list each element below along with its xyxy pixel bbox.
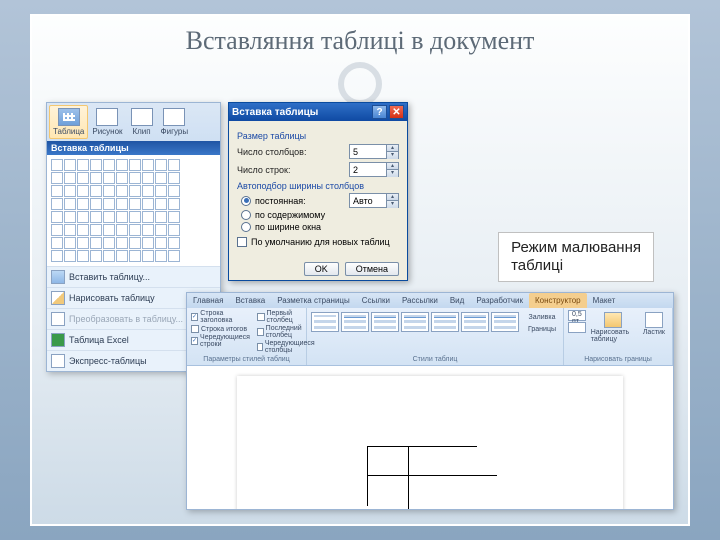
tab-insert[interactable]: Вставка: [229, 293, 271, 308]
style-sw[interactable]: [371, 312, 399, 332]
const-spinner[interactable]: ▴▾: [349, 193, 399, 208]
convert-icon: [51, 312, 65, 326]
slide-title: Вставляння таблиці в документ: [42, 26, 678, 56]
cols-input[interactable]: [350, 147, 386, 157]
insert-table-icon: [51, 270, 65, 284]
tab-design[interactable]: Конструктор: [529, 293, 587, 308]
picture-button[interactable]: Рисунок: [88, 105, 126, 139]
tab-refs[interactable]: Ссылки: [356, 293, 396, 308]
radio-fixed[interactable]: постоянная: ▴▾: [237, 193, 399, 208]
group-draw-label: Нарисовать границы: [568, 356, 668, 363]
rows-label: Число строк:: [237, 165, 290, 175]
style-sw[interactable]: [311, 312, 339, 332]
borders-button[interactable]: Границы: [525, 324, 559, 335]
pencil-icon: [604, 312, 622, 328]
draw-table-button[interactable]: Нарисовать таблицу: [588, 310, 638, 345]
tab-dev[interactable]: Разработчик: [470, 293, 529, 308]
tab-view[interactable]: Вид: [444, 293, 470, 308]
tab-strip: Главная Вставка Разметка страницы Ссылки…: [187, 293, 673, 308]
checkbox-icon: [237, 237, 247, 247]
clip-button[interactable]: Клип: [127, 105, 157, 139]
group-options-label: Параметры стилей таблиц: [191, 356, 302, 363]
dialog-titlebar: Вставка таблицы ? ✕: [229, 103, 407, 121]
table-button[interactable]: Таблица: [49, 105, 88, 139]
style-sw[interactable]: [461, 312, 489, 332]
decor-circle: [338, 62, 382, 106]
autofit-group-label: Автоподбор ширины столбцов: [237, 181, 399, 191]
rows-input[interactable]: [350, 165, 386, 175]
const-input[interactable]: [350, 196, 386, 206]
up-icon[interactable]: ▴: [387, 145, 398, 152]
cancel-button[interactable]: Отмена: [345, 262, 399, 276]
word-ribbon-screenshot: Главная Вставка Разметка страницы Ссылки…: [186, 292, 674, 510]
help-button[interactable]: ?: [372, 105, 387, 119]
up-icon[interactable]: ▴: [387, 163, 398, 170]
clip-icon: [131, 108, 153, 126]
menu-insert-table[interactable]: Вставить таблицу...: [47, 266, 220, 287]
excel-icon: [51, 333, 65, 347]
radio-icon: [241, 210, 251, 220]
size-grid[interactable]: [47, 155, 220, 266]
style-sw[interactable]: [431, 312, 459, 332]
draw-table-icon: [51, 291, 65, 305]
shading-button[interactable]: Заливка: [525, 312, 559, 323]
tab-home[interactable]: Главная: [187, 293, 229, 308]
cols-spinner[interactable]: ▴▾: [349, 144, 399, 159]
shapes-button[interactable]: Фигуры: [157, 105, 193, 139]
eraser-icon: [645, 312, 663, 328]
group-styles-label: Стили таблиц: [311, 356, 559, 363]
table-icon: [58, 108, 80, 126]
radio-icon: [241, 196, 251, 206]
radio-icon: [241, 222, 251, 232]
document-page: [237, 376, 623, 510]
eraser-button[interactable]: Ластик: [640, 310, 668, 345]
pen-color-select[interactable]: [568, 322, 586, 333]
close-button[interactable]: ✕: [389, 105, 404, 119]
tab-layout[interactable]: Разметка страницы: [271, 293, 356, 308]
style-sw[interactable]: [491, 312, 519, 332]
drawn-table-lines: [367, 446, 477, 506]
radio-content[interactable]: по содержимому: [237, 210, 399, 220]
cols-label: Число столбцов:: [237, 147, 306, 157]
tab-mail[interactable]: Рассылки: [396, 293, 444, 308]
remember-checkbox[interactable]: По умолчанию для новых таблиц: [237, 237, 399, 247]
rows-spinner[interactable]: ▴▾: [349, 162, 399, 177]
ok-button[interactable]: OK: [304, 262, 339, 276]
gallery-header: Вставка таблицы: [47, 141, 220, 155]
caption-box: Режим малювання таблиці: [498, 232, 654, 282]
express-icon: [51, 354, 65, 368]
radio-window[interactable]: по ширине окна: [237, 222, 399, 232]
shapes-icon: [163, 108, 185, 126]
style-sw[interactable]: [401, 312, 429, 332]
table-styles-gallery[interactable]: Заливка Границы: [311, 310, 559, 356]
size-group-label: Размер таблицы: [237, 131, 399, 141]
down-icon[interactable]: ▾: [387, 152, 398, 159]
pen-width-select[interactable]: 0,5 пт: [568, 310, 586, 321]
down-icon[interactable]: ▾: [387, 170, 398, 177]
insert-table-dialog: Вставка таблицы ? ✕ Размер таблицы Число…: [228, 102, 408, 281]
style-sw[interactable]: [341, 312, 369, 332]
picture-icon: [96, 108, 118, 126]
tab-tlayout[interactable]: Макет: [587, 293, 622, 308]
